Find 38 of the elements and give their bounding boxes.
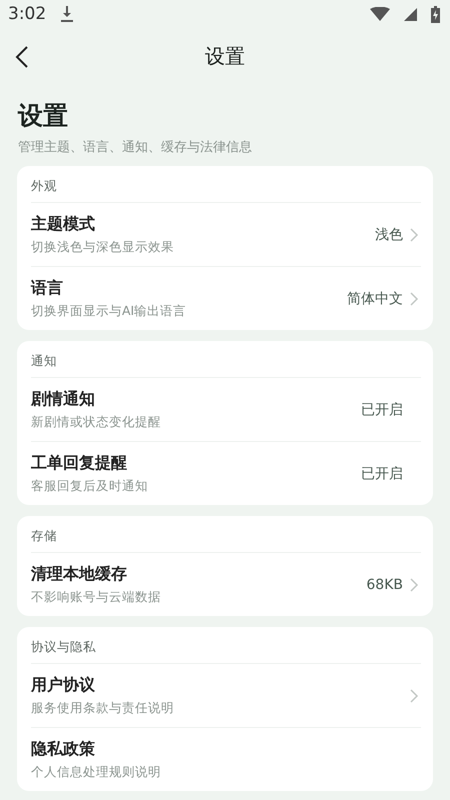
settings-row[interactable]: 语言 切换界面显示与AI输出语言 简体中文	[31, 266, 421, 330]
settings-row[interactable]: 剧情通知 新剧情或状态变化提醒 已开启	[31, 377, 421, 441]
row-value: 浅色	[375, 226, 403, 244]
row-value: 68KB	[366, 576, 403, 592]
settings-row[interactable]: 主题模式 切换浅色与深色显示效果 浅色	[31, 202, 421, 266]
battery-icon	[431, 6, 440, 22]
download-icon	[60, 6, 74, 22]
row-title: 隐私政策	[31, 738, 96, 760]
row-value: 简体中文	[347, 290, 403, 308]
row-subtitle: 服务使用条款与责任说明	[31, 700, 175, 716]
row-title: 语言	[31, 278, 64, 298]
row-subtitle: 个人信息处理规则说明	[31, 764, 162, 780]
row-title: 主题模式	[31, 214, 96, 234]
wifi-icon	[370, 7, 390, 21]
row-value: 已开启	[361, 464, 403, 482]
row-subtitle: 不影响账号与云端数据	[31, 588, 162, 606]
settings-row[interactable]: 用户协议 服务使用条款与责任说明	[31, 663, 421, 727]
row-title: 用户协议	[31, 674, 96, 696]
app-bar-title: 设置	[205, 43, 245, 70]
row-value: 已开启	[361, 400, 403, 418]
row-subtitle: 切换界面显示与AI输出语言	[31, 302, 188, 320]
page-subtitle: 管理主题、语言、通知、缓存与法律信息	[18, 139, 253, 156]
settings-row[interactable]: 工单回复提醒 客服回复后及时通知 已开启	[31, 441, 421, 505]
row-subtitle: 客服回复后及时通知	[31, 478, 149, 494]
row-title: 剧情通知	[31, 388, 96, 410]
status-time: 3:02	[8, 4, 46, 24]
signal-icon	[404, 8, 417, 20]
row-title: 清理本地缓存	[31, 564, 128, 584]
row-subtitle: 新剧情或状态变化提醒	[31, 414, 162, 430]
settings-row[interactable]: 清理本地缓存 不影响账号与云端数据 68KB	[31, 552, 421, 616]
row-subtitle: 切换浅色与深色显示效果	[31, 238, 175, 256]
section-label: 存储	[31, 527, 58, 545]
page-title: 设置	[18, 100, 69, 132]
section-label: 协议与隐私	[31, 638, 97, 656]
section-label: 通知	[31, 352, 58, 370]
section-label: 外观	[31, 177, 58, 195]
settings-row[interactable]: 隐私政策 个人信息处理规则说明	[31, 727, 421, 791]
row-title: 工单回复提醒	[31, 452, 128, 474]
